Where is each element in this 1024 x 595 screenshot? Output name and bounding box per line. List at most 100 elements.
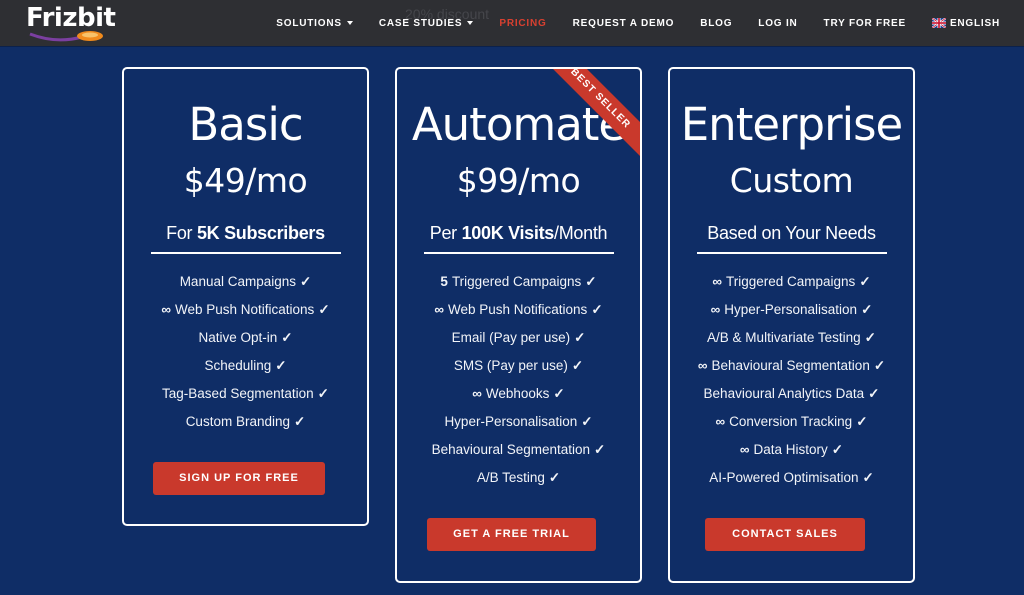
checkmark-icon: ✓ — [275, 358, 287, 373]
plan-subtitle-suffix: /Month — [554, 223, 608, 243]
feature-text: A/B & Multivariate Testing — [707, 330, 861, 345]
feature-item: ∞ Hyper-Personalisation ✓ — [670, 296, 913, 324]
feature-item: Tag-Based Segmentation ✓ — [124, 380, 367, 408]
infinity-icon: ∞ — [697, 358, 708, 373]
divider — [696, 252, 887, 254]
checkmark-icon: ✓ — [873, 358, 886, 373]
feature-item: ∞ Triggered Campaigns ✓ — [670, 268, 913, 296]
feature-item: Custom Branding ✓ — [124, 408, 367, 436]
nav-item-request-a-demo[interactable]: REQUEST A DEMO — [573, 18, 675, 29]
checkmark-icon: ✓ — [831, 442, 844, 457]
feature-text: Data History — [753, 442, 828, 457]
infinity-icon: ∞ — [712, 274, 722, 289]
infinity-icon: ∞ — [161, 302, 171, 317]
feature-item: ∞ Web Push Notifications ✓ — [397, 296, 640, 324]
feature-text: Hyper-Personalisation — [724, 302, 858, 317]
nav-item-label: REQUEST A DEMO — [572, 17, 675, 29]
feature-item: SMS (Pay per use) ✓ — [397, 352, 640, 380]
checkmark-icon: ✓ — [300, 274, 312, 289]
nav-links: SOLUTIONS CASE STUDIES PRICING REQUEST A DE… — [250, 0, 1000, 46]
checkmark-icon: ✓ — [281, 330, 293, 345]
checkmark-icon: ✓ — [548, 470, 561, 485]
nav-item-blog[interactable]: BLOG — [700, 18, 732, 29]
plan-subtitle: For 5K Subscribers — [124, 220, 367, 246]
feature-item: Behavioural Segmentation ✓ — [397, 436, 640, 464]
infinity-icon: ∞ — [715, 414, 726, 429]
plan-price: $99/mo — [456, 161, 581, 200]
nav-item-label: SOLUTIONS — [276, 17, 342, 29]
feature-text: Email (Pay per use) — [451, 330, 571, 345]
feature-text: AI-Powered Optimisation — [709, 470, 859, 485]
feature-text: Conversion Tracking — [729, 414, 853, 429]
checkmark-icon: ✓ — [856, 414, 868, 429]
plan-subtitle-bold: 100K Visits — [461, 223, 555, 243]
nav-item-solutions[interactable]: SOLUTIONS — [276, 18, 353, 29]
checkmark-icon: ✓ — [591, 302, 603, 317]
nav-item-label: ENGLISH — [949, 17, 1000, 29]
feature-item: Native Opt-in ✓ — [124, 324, 367, 352]
uk-flag-icon — [931, 18, 946, 28]
nav-item-pricing[interactable]: PRICING — [499, 18, 546, 29]
checkmark-icon: ✓ — [861, 302, 873, 317]
feature-item: Scheduling ✓ — [124, 352, 367, 380]
feature-item: ∞ Webhooks ✓ — [397, 380, 640, 408]
checkmark-icon: ✓ — [553, 386, 565, 401]
checkmark-icon: ✓ — [868, 386, 880, 401]
infinity-icon: ∞ — [434, 302, 444, 317]
frizbit-logo[interactable]: Frizbit — [20, 2, 116, 44]
feature-text: Native Opt-in — [198, 330, 278, 345]
feature-list: 5 Triggered Campaigns ✓ ∞ Web Push Notificat… — [397, 268, 640, 492]
feature-item: ∞ Behavioural Segmentation ✓ — [670, 352, 913, 380]
checkmark-icon: ✓ — [859, 274, 871, 289]
plan-subtitle: Based on Your Needs — [670, 220, 913, 246]
plan-subtitle-prefix: Based on Your Needs — [707, 223, 876, 243]
feature-list: ∞ Triggered Campaigns ✓ ∞ Hyper-Personalisat… — [670, 268, 913, 492]
feature-quantity: 5 — [440, 274, 448, 289]
checkmark-icon: ✓ — [571, 358, 584, 373]
checkmark-icon: ✓ — [585, 274, 597, 289]
nav-item-label: BLOG — [700, 17, 733, 29]
feature-text: Scheduling — [204, 358, 272, 373]
nav-item-english[interactable]: ENGLISH — [931, 17, 1000, 29]
plan-price: Custom — [729, 161, 854, 200]
get-a-free-trial-button[interactable]: GET A FREE TRIAL — [427, 518, 596, 551]
checkmark-icon: ✓ — [318, 302, 330, 317]
nav-item-try-for-free[interactable]: TRY FOR FREE — [824, 18, 906, 29]
checkmark-icon: ✓ — [594, 442, 606, 457]
checkmark-icon: ✓ — [581, 414, 593, 429]
checkmark-icon: ✓ — [574, 330, 586, 345]
checkmark-icon: ✓ — [864, 330, 876, 345]
feature-text: Webhooks — [485, 386, 550, 401]
feature-item: A/B & Multivariate Testing ✓ — [670, 324, 913, 352]
feature-item: Email (Pay per use) ✓ — [397, 324, 640, 352]
feature-text: Behavioural Segmentation — [711, 358, 870, 373]
plan-price: $49/mo — [183, 161, 308, 200]
chevron-down-icon — [346, 21, 353, 25]
feature-text: Hyper-Personalisation — [444, 414, 578, 429]
feature-item: Manual Campaigns ✓ — [124, 268, 367, 296]
plan-card-enterprise: Enterprise Custom Based on Your Needs ∞ T… — [668, 67, 915, 583]
divider — [423, 252, 614, 254]
plan-subtitle: Per 100K Visits/Month — [397, 220, 640, 246]
plan-subtitle-bold: 5K Subscribers — [196, 223, 325, 243]
plan-subtitle-prefix: Per — [429, 223, 462, 243]
feature-text: Web Push Notifications — [174, 302, 315, 317]
chevron-down-icon — [467, 21, 474, 25]
plan-name: Basic — [188, 98, 303, 151]
checkmark-icon: ✓ — [317, 386, 329, 401]
contact-sales-button[interactable]: CONTACT SALES — [705, 518, 865, 551]
nav-item-label: TRY FOR FREE — [823, 17, 906, 29]
checkmark-icon: ✓ — [862, 470, 874, 485]
feature-text: Triggered Campaigns — [451, 274, 582, 289]
nav-item-label: CASE STUDIES — [378, 17, 463, 29]
infinity-icon: ∞ — [710, 302, 721, 317]
sign-up-for-free-button[interactable]: SIGN UP FOR FREE — [153, 462, 325, 495]
feature-item: AI-Powered Optimisation ✓ — [670, 464, 913, 492]
nav-item-case-studies[interactable]: CASE STUDIES — [379, 18, 474, 29]
feature-text: Web Push Notifications — [447, 302, 588, 317]
feature-text: SMS (Pay per use) — [453, 358, 568, 373]
infinity-icon: ∞ — [472, 386, 482, 401]
feature-item: Hyper-Personalisation ✓ — [397, 408, 640, 436]
feature-item: 5 Triggered Campaigns ✓ — [397, 268, 640, 296]
nav-item-log-in[interactable]: LOG IN — [758, 18, 797, 29]
